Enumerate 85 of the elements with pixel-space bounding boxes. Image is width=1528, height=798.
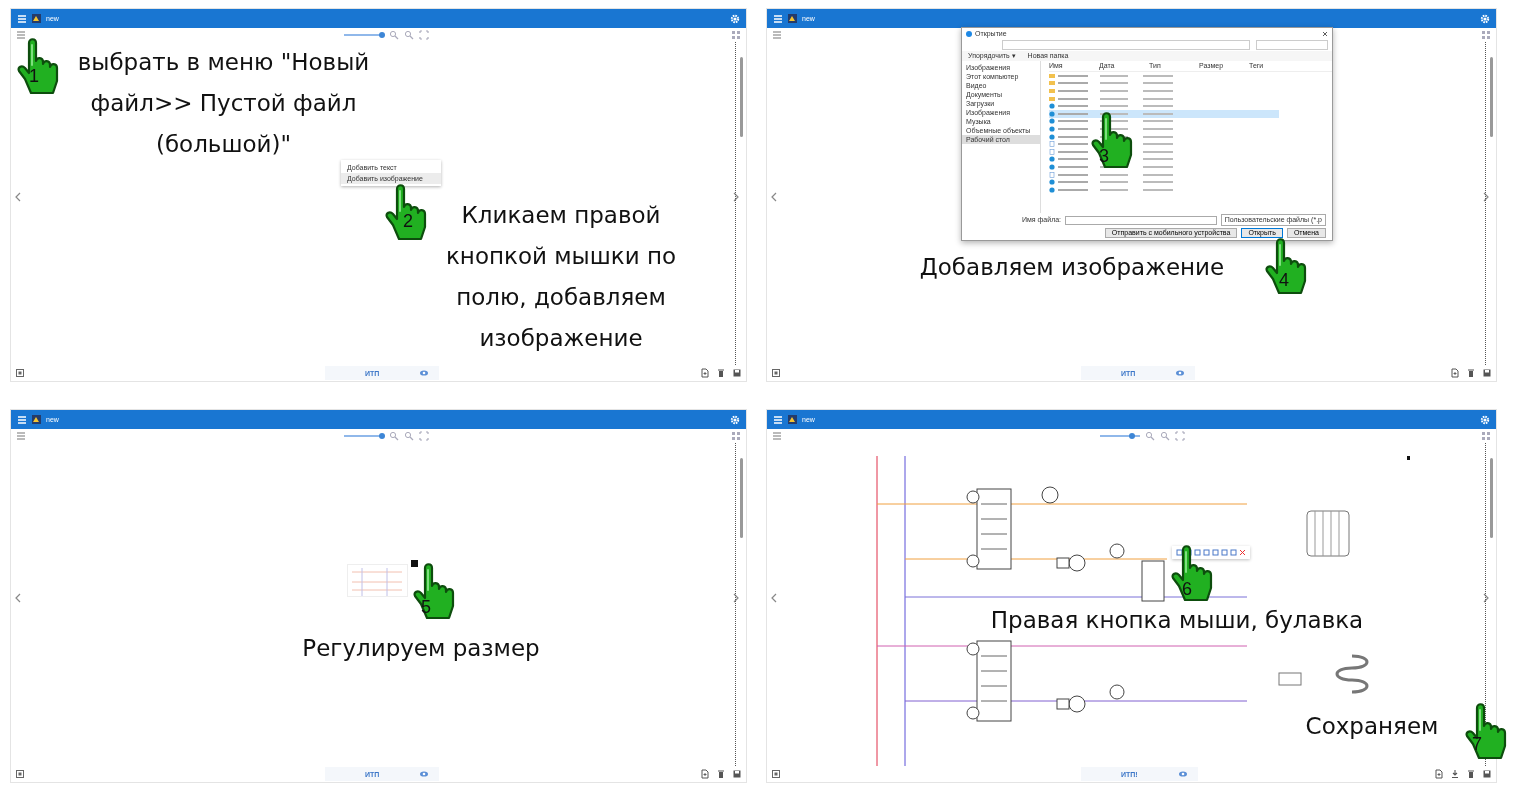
frame-icon[interactable] xyxy=(15,368,25,378)
add-page-icon[interactable] xyxy=(700,769,710,779)
trash-icon[interactable] xyxy=(716,769,726,779)
save-icon[interactable] xyxy=(1482,368,1492,378)
fit-icon[interactable] xyxy=(419,431,429,441)
step-number: 7 xyxy=(1472,735,1482,753)
grid-icon[interactable] xyxy=(731,431,741,441)
scrollbar[interactable] xyxy=(740,458,743,538)
settings-icon[interactable] xyxy=(1480,13,1490,24)
add-page-icon[interactable] xyxy=(700,368,710,378)
zoom-out-icon[interactable] xyxy=(1230,549,1237,556)
logo-icon xyxy=(787,414,798,425)
fit-icon[interactable] xyxy=(419,30,429,40)
add-page-icon[interactable] xyxy=(1434,769,1444,779)
trash-icon[interactable] xyxy=(1466,769,1476,779)
instruction-caption: Регулируем размер xyxy=(301,634,541,663)
step-number: 3 xyxy=(1099,147,1109,165)
settings-icon[interactable] xyxy=(730,414,740,425)
frame-icon[interactable] xyxy=(771,368,781,378)
logo-icon xyxy=(787,13,798,24)
grid-icon[interactable] xyxy=(731,30,741,40)
menu-icon[interactable] xyxy=(16,30,26,40)
instruction-caption: Сохраняем xyxy=(1304,712,1440,741)
instruction-caption: Добавляем изображение xyxy=(918,253,1226,282)
trash-icon[interactable] xyxy=(716,368,726,378)
menu-icon[interactable] xyxy=(772,30,782,40)
logo-icon xyxy=(31,414,42,425)
eye-icon[interactable] xyxy=(419,368,430,378)
instruction-caption: выбрать в меню "Новый файл>> Пустой файл (большой)" xyxy=(76,48,371,159)
copy-icon[interactable] xyxy=(1176,549,1183,556)
step-number: 1 xyxy=(29,67,39,85)
grid-icon[interactable] xyxy=(1481,30,1491,40)
chevron-right-icon[interactable] xyxy=(1482,593,1490,603)
zoom-out-icon[interactable] xyxy=(404,431,414,441)
scrollbar[interactable] xyxy=(1490,458,1493,538)
zoom-out-icon[interactable] xyxy=(404,30,414,40)
menu-icon[interactable] xyxy=(16,431,26,441)
zoom-in-icon[interactable] xyxy=(1221,549,1228,556)
app-icon xyxy=(966,30,972,37)
save-icon[interactable] xyxy=(1482,769,1492,779)
zoom-out-icon[interactable] xyxy=(1160,431,1170,441)
save-icon[interactable] xyxy=(732,769,742,779)
menu-icon[interactable] xyxy=(772,431,782,441)
step-number: 4 xyxy=(1279,271,1289,289)
scrollbar[interactable] xyxy=(740,57,743,137)
chevron-left-icon[interactable] xyxy=(770,593,778,603)
zoom-in-icon[interactable] xyxy=(389,431,399,441)
instruction-caption: Правая кнопка мыши, булавка xyxy=(989,606,1365,635)
scrollbar[interactable] xyxy=(1490,57,1493,137)
instruction-caption: Кликаем правой кнопкой мышки по полю, добавляем изображение xyxy=(444,201,678,353)
chevron-left-icon[interactable] xyxy=(14,192,22,202)
fit-icon[interactable] xyxy=(1175,431,1185,441)
chevron-right-icon[interactable] xyxy=(732,593,740,603)
step-number: 6 xyxy=(1182,580,1192,598)
rotate-right-icon[interactable] xyxy=(1212,549,1219,556)
chevron-left-icon[interactable] xyxy=(770,192,778,202)
zoom-in-icon[interactable] xyxy=(1145,431,1155,441)
address-field[interactable] xyxy=(1002,40,1250,50)
settings-icon[interactable] xyxy=(1480,414,1490,425)
rotate-left-icon[interactable] xyxy=(1203,549,1210,556)
eye-icon[interactable] xyxy=(419,769,430,779)
arrow-down-icon[interactable] xyxy=(1194,549,1201,556)
close-icon[interactable] xyxy=(1239,549,1246,556)
step-number: 2 xyxy=(403,212,413,230)
download-icon[interactable] xyxy=(1450,769,1460,779)
step-number: 5 xyxy=(421,598,431,616)
add-page-icon[interactable] xyxy=(1450,368,1460,378)
search-field[interactable] xyxy=(1256,40,1328,50)
settings-icon[interactable] xyxy=(730,13,740,24)
close-icon[interactable] xyxy=(1322,30,1328,37)
logo-icon xyxy=(31,13,42,24)
chevron-left-icon[interactable] xyxy=(14,593,22,603)
trash-icon[interactable] xyxy=(1466,368,1476,378)
eye-icon[interactable] xyxy=(1177,769,1188,779)
frame-icon[interactable] xyxy=(15,769,25,779)
eye-icon[interactable] xyxy=(1175,368,1186,378)
save-icon[interactable] xyxy=(732,368,742,378)
image-thumbnail-drawing[interactable] xyxy=(347,560,419,600)
filename-field[interactable] xyxy=(1065,215,1217,225)
chevron-right-icon[interactable] xyxy=(1482,192,1490,202)
chevron-right-icon[interactable] xyxy=(732,192,740,202)
frame-icon[interactable] xyxy=(771,769,781,779)
image-icon xyxy=(1049,171,1055,178)
grid-icon[interactable] xyxy=(1481,431,1491,441)
zoom-in-icon[interactable] xyxy=(389,30,399,40)
